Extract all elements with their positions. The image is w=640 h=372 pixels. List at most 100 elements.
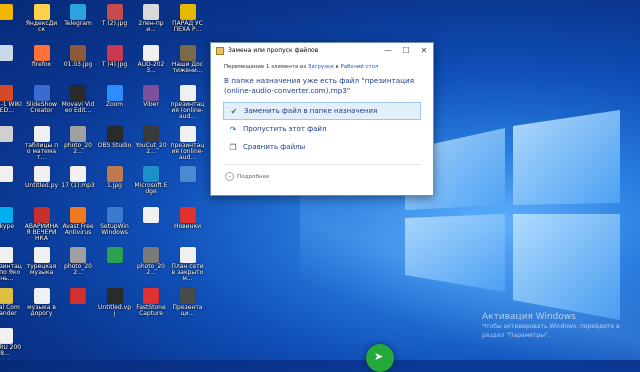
- desktop-icon[interactable]: Zoom: [98, 83, 132, 123]
- desktop-icon[interactable]: турецкая музыка: [25, 245, 59, 285]
- activation-line-2: раздел "Параметры".: [482, 332, 550, 339]
- desktop-icon[interactable]: презинтация (online-aud...: [171, 124, 205, 164]
- more-details-toggle[interactable]: ⌄ Подробнее: [225, 172, 433, 181]
- desktop-app-icon: [106, 287, 123, 304]
- close-button[interactable]: ✕: [415, 43, 433, 58]
- source-folder-link[interactable]: Загрузки: [308, 64, 334, 70]
- desktop-app-icon: [0, 44, 13, 61]
- skip-file-option[interactable]: ↷ Пропустить этот файл: [223, 120, 421, 138]
- desktop-icon-label: 17 (1).mp3: [61, 182, 95, 189]
- desktop-icon[interactable]: firefox: [25, 43, 59, 83]
- desktop-icon[interactable]: 01.03.jpg: [61, 43, 95, 83]
- minimize-button[interactable]: —: [379, 43, 397, 58]
- desktop-icon[interactable]: SlideShow Creator: [25, 83, 59, 123]
- move-mid: в: [335, 64, 339, 70]
- desktop-icon-label: 2лен-при...: [138, 20, 164, 33]
- desktop-icon[interactable]: [0, 164, 22, 204]
- chevron-down-icon: ⌄: [225, 172, 234, 181]
- more-details-label: Подробнее: [237, 173, 270, 180]
- desktop-icon[interactable]: [171, 164, 205, 204]
- desktop-icon[interactable]: DKJRU 2008...: [0, 326, 22, 366]
- desktop-icon[interactable]: ЯндексДиск: [25, 2, 59, 42]
- desktop-icon[interactable]: AFO-1 WIKIPED...: [0, 83, 22, 123]
- activation-line-1: Чтобы активировать Windows, перейдите в: [482, 323, 620, 330]
- desktop-icon[interactable]: Untitled.vpj: [98, 286, 132, 326]
- desktop-icon-label: FastStone Capture: [136, 303, 166, 317]
- desktop-icon-label: SlideShow Creator: [26, 101, 57, 114]
- desktop-icon[interactable]: YouCut_202...: [134, 124, 168, 164]
- desktop-icon[interactable]: презинтация (online-aud...: [171, 83, 205, 123]
- desktop-icon-label: презинтация по Якобнь...: [0, 263, 22, 282]
- desktop-app-icon: [179, 247, 196, 263]
- compare-files-option[interactable]: ❐ Сравнить файлы: [223, 138, 421, 156]
- desktop-icon[interactable]: OBS Studio: [98, 124, 132, 164]
- desktop-app-icon: [143, 125, 159, 142]
- desktop-app-icon: [0, 206, 13, 223]
- desktop-icon[interactable]: музыка в дорогу: [25, 286, 59, 326]
- desktop-icon[interactable]: Viber: [134, 83, 168, 123]
- desktop-app-icon: [33, 206, 50, 223]
- desktop-icon[interactable]: презинтация по Якобнь...: [0, 245, 22, 285]
- compare-files-label: Сравнить файлы: [243, 143, 306, 151]
- desktop-app-icon: [106, 125, 123, 142]
- desktop-icon-label: T (2).jpg: [101, 20, 128, 27]
- desktop-icon[interactable]: Skype: [0, 205, 22, 245]
- desktop-app-icon: [143, 85, 159, 101]
- desktop-icon[interactable]: АВАРИЙНАЯ ВЕЧЕРИНКА: [25, 205, 59, 245]
- desktop-icon[interactable]: Презентаци...: [171, 286, 205, 326]
- desktop-icon-label: презинтация (online-aud...: [170, 101, 205, 120]
- desktop-icon[interactable]: [61, 286, 95, 326]
- desktop-icon[interactable]: 17 (1).mp3: [61, 164, 95, 204]
- desktop-icon[interactable]: Total Commander: [0, 286, 22, 326]
- desktop-icon[interactable]: Untitled.py: [25, 164, 59, 204]
- desktop-icon-label: Презентаци...: [172, 303, 203, 317]
- desktop-icon[interactable]: T (2).jpg: [98, 2, 132, 42]
- desktop-icon[interactable]: FastStone Capture: [134, 286, 168, 326]
- desktop-icon[interactable]: [98, 245, 132, 285]
- desktop-icon[interactable]: Avast Free Antivirus: [61, 205, 95, 245]
- desktop-app-icon: [0, 328, 13, 344]
- desktop-app-icon: [143, 206, 159, 223]
- desktop-icon[interactable]: Telegram: [61, 2, 95, 42]
- skip-arrow-icon: ↷: [229, 124, 237, 134]
- desktop-app-icon: [33, 85, 50, 101]
- desktop-icon[interactable]: SetupWin Windows: [98, 205, 132, 245]
- desktop-icon[interactable]: photo_202...: [61, 124, 95, 164]
- desktop-icon-label: Microsoft Edge: [134, 182, 168, 195]
- desktop-icon[interactable]: ПАРАД УСПЕХА Р...: [171, 2, 205, 42]
- desktop-icon[interactable]: [0, 124, 22, 164]
- desktop-icon-label: Untitled.py: [25, 182, 58, 189]
- desktop-icon[interactable]: Microsoft Edge: [134, 164, 168, 204]
- desktop-icon-label: photo_202...: [64, 263, 92, 276]
- desktop-icon[interactable]: [0, 43, 22, 83]
- desktop-icon-label: YouCut_202...: [135, 141, 167, 155]
- destination-folder-link[interactable]: Рабочий стол: [340, 64, 378, 70]
- desktop-icon[interactable]: 2лен-при...: [134, 2, 168, 42]
- desktop-app-icon: [106, 166, 123, 182]
- desktop-icon[interactable]: [0, 2, 22, 42]
- desktop-icon[interactable]: Новинки: [171, 205, 205, 245]
- desktop-icon[interactable]: таблицы по математ...: [25, 124, 59, 164]
- desktop-icon[interactable]: AUD-2023...: [134, 43, 168, 83]
- dialog-titlebar[interactable]: Замена или пропуск файлов — ☐ ✕: [211, 43, 433, 58]
- desktop-icon[interactable]: План сети в закрытом...: [171, 245, 205, 285]
- replace-file-option[interactable]: ✔ Заменить файл в папке назначения: [223, 102, 421, 120]
- desktop-icon[interactable]: Movavi Video Edit...: [61, 83, 95, 123]
- desktop-icon[interactable]: T (4).jpg: [98, 43, 132, 83]
- desktop-icon-label: firefox: [32, 60, 51, 68]
- desktop-app-icon: [179, 44, 196, 61]
- desktop-icon-label: АВАРИЙНАЯ ВЕЧЕРИНКА: [24, 222, 59, 242]
- desktop-app-icon: [106, 4, 123, 20]
- desktop-icon[interactable]: photo_202...: [61, 245, 95, 285]
- desktop-icon-label: ЯндексДиск: [25, 20, 58, 33]
- desktop-app-icon: [0, 287, 13, 304]
- desktop-app-icon: [143, 4, 159, 20]
- desktop-icon[interactable]: [134, 205, 168, 245]
- desktop-icon[interactable]: photo_202...: [134, 245, 168, 285]
- desktop-icon[interactable]: Наши Достижени...: [171, 43, 205, 83]
- desktop-icon-label: AFO-1 WIKIPED...: [0, 101, 22, 114]
- desktop-icon-label: SetupWin Windows: [100, 222, 129, 236]
- desktop-app-icon: [0, 125, 13, 142]
- maximize-button[interactable]: ☐: [397, 43, 415, 58]
- desktop-icon[interactable]: 1.jpg: [98, 164, 132, 204]
